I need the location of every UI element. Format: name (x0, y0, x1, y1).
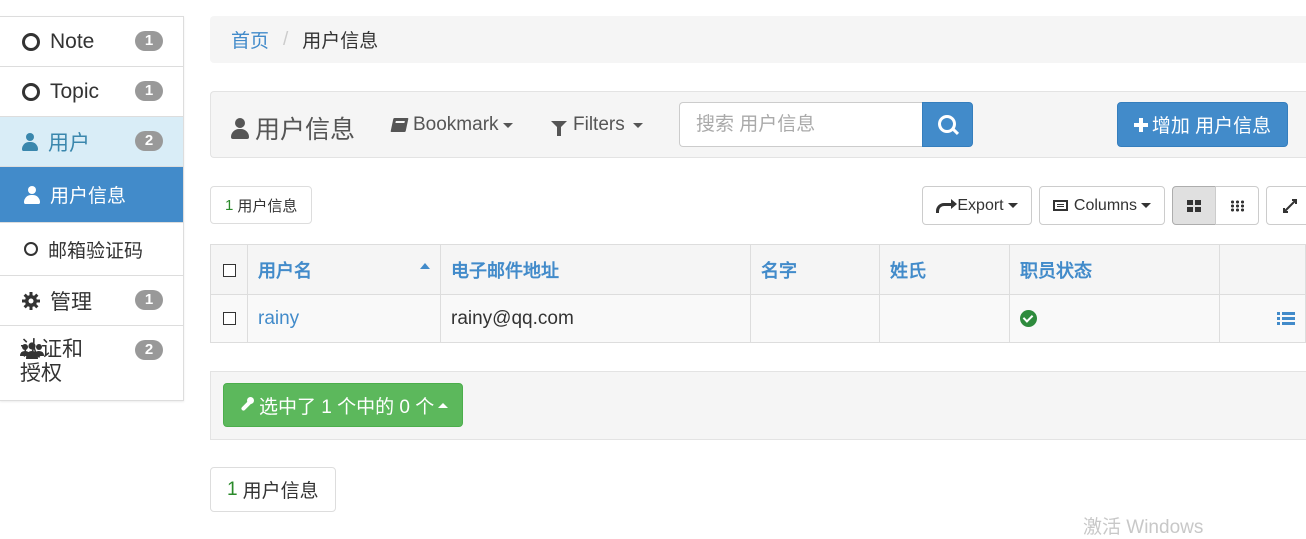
toolbar: 用户信息 Bookmark Filters 增加 用户信息 (210, 91, 1306, 158)
column-header-email[interactable]: 电子邮件地址 (440, 244, 751, 295)
share-icon (936, 198, 958, 213)
sidebar-item-label: 用户信息 (50, 186, 127, 207)
action-bar: 选中了 1 个中的 0 个 (210, 371, 1306, 440)
sidebar-item-user[interactable]: 用户 2 (0, 117, 183, 167)
breadcrumb-separator: / (283, 28, 289, 50)
expand-icon (1283, 198, 1297, 213)
sort-asc-icon (420, 262, 430, 269)
row-select-cell (210, 294, 248, 343)
windows-activation-watermark: 激活 Windows (1083, 517, 1204, 538)
user-icon (231, 118, 249, 139)
count-badge: 1 (135, 81, 163, 101)
sidebar-item-label: 管理 (50, 290, 92, 314)
cell-first-name (750, 294, 880, 343)
caret-down-icon (1007, 203, 1018, 208)
selection-actions-button[interactable]: 选中了 1 个中的 0 个 (223, 383, 464, 427)
search-icon (938, 115, 956, 133)
breadcrumb: 首页 / 用户信息 (210, 16, 1306, 63)
count-badge: 1 (135, 31, 163, 51)
cell-username[interactable]: rainy (247, 294, 441, 343)
sidebar-item-label: Note (50, 29, 95, 53)
circle-icon (22, 82, 40, 101)
user-icon (22, 132, 38, 151)
cell-last-name (879, 294, 1010, 343)
column-header-last-name[interactable]: 姓氏 (879, 244, 1010, 295)
count-badge: 1 (135, 290, 163, 310)
export-button[interactable]: Export (922, 186, 1032, 225)
footer-result-count: 1 用户信息 (210, 467, 336, 512)
search-button[interactable] (922, 102, 973, 147)
filters-dropdown[interactable]: Filters (551, 114, 643, 136)
check-circle-icon (1020, 309, 1037, 327)
fullscreen-button[interactable] (1266, 186, 1306, 225)
result-count: 1 用户信息 (210, 186, 313, 224)
sidebar-item-auth[interactable]: 认证和 授权 2 (0, 326, 183, 400)
bookmark-dropdown[interactable]: Bookmark (390, 114, 513, 136)
columns-label: Columns (1073, 196, 1138, 214)
cell-staff-status (1009, 294, 1220, 343)
data-table: 用户名 电子邮件地址 名字 姓氏 职员状态 rainy rainy@qq.com (210, 244, 1306, 343)
sidebar-item-label: 用户 (48, 131, 90, 155)
page-title-text: 用户信息 (255, 116, 356, 144)
wrench-icon (238, 397, 254, 413)
column-header-label: 用户名 (258, 260, 312, 281)
circle-icon (24, 242, 38, 256)
select-all-checkbox[interactable] (222, 263, 236, 277)
search-input[interactable] (679, 102, 922, 147)
cell-email: rainy@qq.com (440, 294, 751, 343)
cell-row-actions (1219, 294, 1306, 343)
page-title: 用户信息 (231, 110, 355, 146)
table-view-button[interactable] (1172, 186, 1216, 225)
caret-down-icon (1141, 203, 1152, 208)
plus-icon (1133, 117, 1148, 132)
filter-icon (551, 121, 567, 136)
columns-button[interactable]: Columns (1039, 186, 1165, 225)
count-badge: 2 (135, 340, 163, 360)
sidebar-item-note[interactable]: Note 1 (0, 17, 183, 67)
sidebar-item-label: 邮箱验证码 (48, 240, 144, 262)
sidebar-item-email-code[interactable]: 邮箱验证码 (0, 223, 183, 276)
add-user-info-button[interactable]: 增加 用户信息 (1117, 102, 1288, 147)
bookmark-label: Bookmark (413, 114, 499, 135)
column-header-username[interactable]: 用户名 (247, 244, 441, 295)
circle-icon (22, 32, 40, 51)
grid-small-icon (1229, 199, 1245, 212)
footer-count-label: 用户信息 (242, 481, 319, 502)
breadcrumb-current: 用户信息 (302, 31, 379, 52)
add-button-label: 增加 用户信息 (1151, 116, 1272, 137)
caret-down-icon (502, 122, 513, 128)
column-header-actions (1219, 244, 1306, 295)
result-count-label: 用户信息 (237, 197, 298, 215)
list-icon[interactable] (1277, 311, 1295, 326)
sidebar-item-label: 认证和 授权 (20, 338, 83, 385)
gear-icon (22, 291, 40, 310)
filters-label: Filters (573, 114, 625, 135)
breadcrumb-home-link[interactable]: 首页 (231, 26, 269, 53)
columns-icon (1052, 200, 1068, 211)
column-header-staff-status[interactable]: 职员状态 (1009, 244, 1220, 295)
caret-down-icon (632, 122, 643, 128)
count-badge: 2 (135, 131, 163, 151)
sidebar-item-topic[interactable]: Topic 1 (0, 67, 183, 117)
thumbnail-view-button[interactable] (1215, 186, 1259, 225)
footer-count-number: 1 (227, 478, 238, 500)
result-count-number: 1 (225, 196, 234, 214)
table-row: rainy rainy@qq.com (210, 294, 1306, 343)
caret-up-icon (438, 402, 449, 408)
export-label: Export (957, 196, 1004, 214)
sidebar-item-admin[interactable]: 管理 1 (0, 276, 183, 326)
grid-large-icon (1187, 199, 1201, 212)
sidebar-item-user-info[interactable]: 用户信息 (0, 167, 183, 223)
select-all-cell (210, 244, 248, 295)
column-header-first-name[interactable]: 名字 (750, 244, 880, 295)
sidebar-item-label: Topic (50, 79, 100, 103)
user-icon (24, 185, 40, 204)
table-header-row: 用户名 电子邮件地址 名字 姓氏 职员状态 (210, 244, 1306, 295)
row-checkbox[interactable] (222, 311, 236, 325)
selection-label: 选中了 1 个中的 0 个 (259, 396, 435, 418)
book-icon (390, 118, 409, 132)
sidebar: Note 1 Topic 1 用户 2 用户信息 邮箱验证码 管理 1 认证和 … (0, 16, 184, 401)
